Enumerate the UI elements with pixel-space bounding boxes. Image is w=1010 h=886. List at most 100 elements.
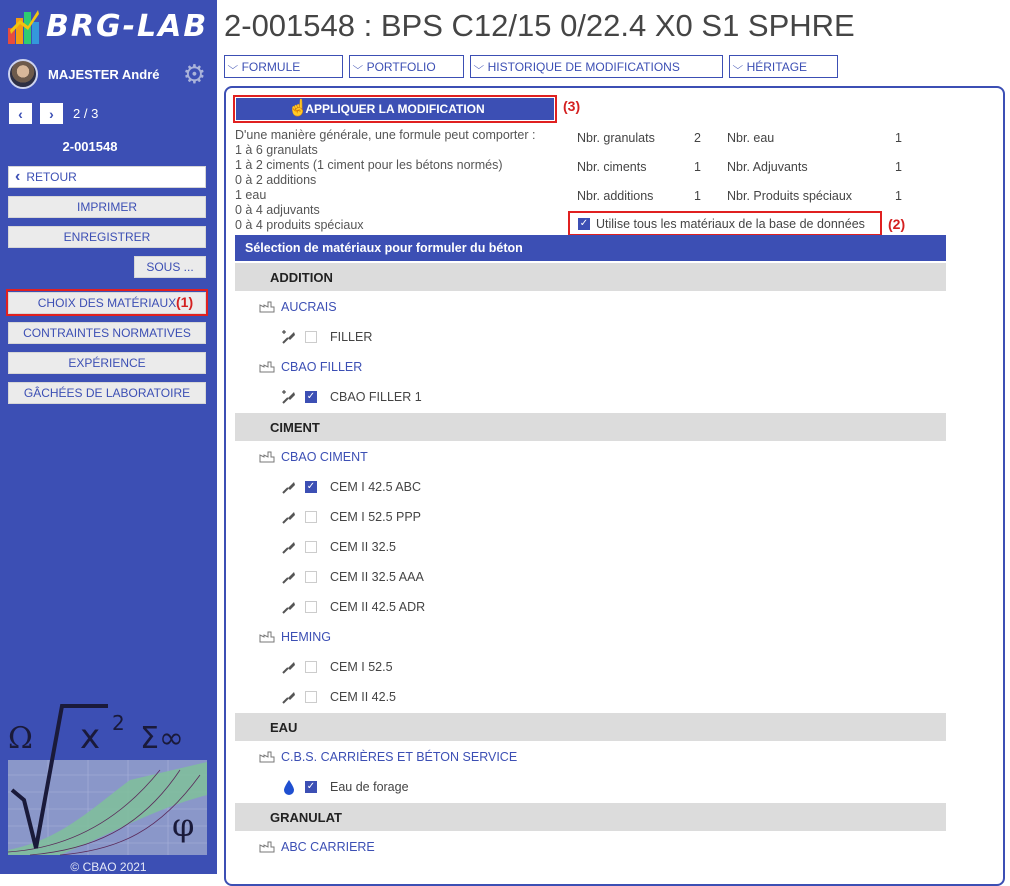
- material-checkbox[interactable]: [305, 511, 317, 523]
- highlight-box-2: [568, 211, 882, 236]
- hand-cursor-icon: ☝: [288, 100, 308, 117]
- supplier-label: CBAO CIMENT: [281, 450, 368, 464]
- pager: ‹ › 2 / 3: [9, 103, 98, 124]
- supplier-item[interactable]: C.B.S. CARRIÈRES ET BÉTON SERVICE: [259, 747, 517, 767]
- supplier-label: HEMING: [281, 630, 331, 644]
- factory-icon: [259, 361, 275, 373]
- formula-id: 2-001548: [62, 139, 118, 154]
- material-checkbox[interactable]: [305, 601, 317, 613]
- previous-button[interactable]: ‹: [9, 103, 32, 124]
- material-item: CEM II 32.5: [281, 537, 396, 557]
- material-checkbox[interactable]: ✓: [305, 391, 317, 403]
- stat-value: 1: [895, 189, 902, 203]
- trowel-icon: [281, 659, 297, 675]
- tab-formula[interactable]: ⌵ FORMULE: [224, 55, 343, 78]
- supplier-item[interactable]: CBAO CIMENT: [259, 447, 368, 467]
- supplier-label: AUCRAIS: [281, 300, 337, 314]
- material-label: CEM I 42.5 ABC: [330, 480, 422, 494]
- supplier-item[interactable]: HEMING: [259, 627, 331, 647]
- save-button[interactable]: ENREGISTRER: [8, 226, 206, 248]
- stat-value: 1: [694, 189, 701, 203]
- user-profile: MAJESTER André ⚙: [8, 58, 208, 90]
- material-item: CEM I 52.5: [281, 657, 393, 677]
- supplier-label: C.B.S. CARRIÈRES ET BÉTON SERVICE: [281, 750, 518, 764]
- logo-icon: [8, 10, 39, 44]
- material-checkbox[interactable]: ✓: [305, 481, 317, 493]
- gear-icon[interactable]: ⚙: [183, 61, 206, 87]
- material-item: CEM II 32.5 AAA: [281, 567, 424, 587]
- material-checkbox[interactable]: [305, 571, 317, 583]
- svg-text:φ: φ: [172, 806, 194, 844]
- print-button[interactable]: IMPRIMER: [8, 196, 206, 218]
- tab-label: FORMULE: [241, 59, 301, 74]
- intro-line: 1 à 2 ciments (1 ciment pour les bétons …: [235, 158, 503, 172]
- trowel-icon: [281, 479, 297, 495]
- stat-value: 1: [895, 160, 902, 174]
- svg-text:Σ∞: Σ∞: [140, 721, 184, 756]
- svg-text:Ω: Ω: [8, 721, 33, 756]
- chevron-left-icon: ‹: [15, 168, 21, 185]
- material-checkbox[interactable]: ✓: [305, 781, 317, 793]
- material-checkbox[interactable]: [305, 691, 317, 703]
- category-addition: ADDITION: [235, 263, 946, 291]
- material-item: CEM I 52.5 PPP: [281, 507, 421, 527]
- material-checkbox[interactable]: [305, 661, 317, 673]
- material-label: CBAO FILLER 1: [330, 390, 422, 404]
- page-title: 2-001548 : BPS C12/15 0/22.4 X0 S1 SPHRE: [224, 8, 855, 43]
- menu-experience[interactable]: EXPÉRIENCE: [8, 352, 206, 374]
- supplier-item[interactable]: ABC CARRIERE: [259, 837, 375, 857]
- tab-heritage[interactable]: ⌵ HÉRITAGE: [729, 55, 838, 78]
- trowel-icon: [281, 539, 297, 555]
- stat-label: Nbr. eau: [727, 131, 775, 145]
- chevron-right-icon: ›: [49, 105, 54, 122]
- intro-text: D'une manière générale, une formule peut…: [235, 128, 535, 233]
- material-label: CEM II 32.5: [330, 540, 396, 554]
- stat-label: Nbr. granulats: [577, 131, 655, 145]
- trowel-plus-icon: [281, 389, 297, 405]
- intro-line: 0 à 4 adjuvants: [235, 203, 320, 217]
- back-label: RETOUR: [26, 170, 77, 184]
- material-item: ✓ CEM I 42.5 ABC: [281, 477, 421, 497]
- chevron-down-icon: ⌵: [473, 61, 485, 72]
- avatar[interactable]: [8, 59, 38, 89]
- math-decoration-icon: Ω x 2 Σ∞ φ: [7, 704, 207, 856]
- stat-label: Nbr. ciments: [577, 160, 647, 174]
- chevron-left-icon: ‹: [18, 105, 23, 122]
- tab-history[interactable]: ⌵ HISTORIQUE DE MODIFICATIONS: [470, 55, 723, 78]
- material-item: ✓ Eau de forage: [281, 777, 409, 797]
- factory-icon: [259, 751, 275, 763]
- tab-label: PORTFOLIO: [366, 59, 436, 74]
- supplier-item[interactable]: CBAO FILLER: [259, 357, 362, 377]
- material-label: CEM II 42.5 ADR: [330, 600, 426, 614]
- factory-icon: [259, 301, 275, 313]
- back-button[interactable]: ‹ RETOUR: [8, 166, 206, 188]
- chevron-down-icon: ⌵: [732, 61, 744, 72]
- category-water: EAU: [235, 713, 946, 741]
- supplier-label: CBAO FILLER: [281, 360, 363, 374]
- next-button[interactable]: ›: [40, 103, 63, 124]
- material-label: CEM II 42.5: [330, 690, 396, 704]
- stat-label: Nbr. additions: [577, 189, 654, 203]
- material-item: ✓ CBAO FILLER 1: [281, 387, 422, 407]
- material-checkbox[interactable]: [305, 541, 317, 553]
- svg-text:x: x: [80, 717, 100, 757]
- tab-portfolio[interactable]: ⌵ PORTFOLIO: [349, 55, 464, 78]
- intro-line: 0 à 2 additions: [235, 173, 317, 187]
- annotation-3: (3): [563, 98, 581, 114]
- stat-label: Nbr. Produits spéciaux: [727, 189, 853, 203]
- chevron-down-icon: ⌵: [352, 61, 364, 72]
- supplier-item[interactable]: AUCRAIS: [259, 297, 337, 317]
- menu-lab-batches[interactable]: GÂCHÉES DE LABORATOIRE: [8, 382, 206, 404]
- material-checkbox[interactable]: [305, 331, 317, 343]
- stat-value: 1: [694, 160, 701, 174]
- highlight-box-3: [233, 95, 557, 123]
- selection-header: Sélection de matériaux pour formuler du …: [235, 235, 946, 261]
- sub-button[interactable]: SOUS ...: [134, 256, 206, 278]
- trowel-icon: [281, 509, 297, 525]
- copyright: © CBAO 2021: [70, 860, 147, 874]
- factory-icon: [259, 631, 275, 643]
- annotation-2: (2): [888, 216, 906, 232]
- user-name: MAJESTER André: [48, 66, 160, 82]
- stat-label: Nbr. Adjuvants: [727, 160, 808, 174]
- menu-normative-constraints[interactable]: CONTRAINTES NORMATIVES: [8, 322, 206, 344]
